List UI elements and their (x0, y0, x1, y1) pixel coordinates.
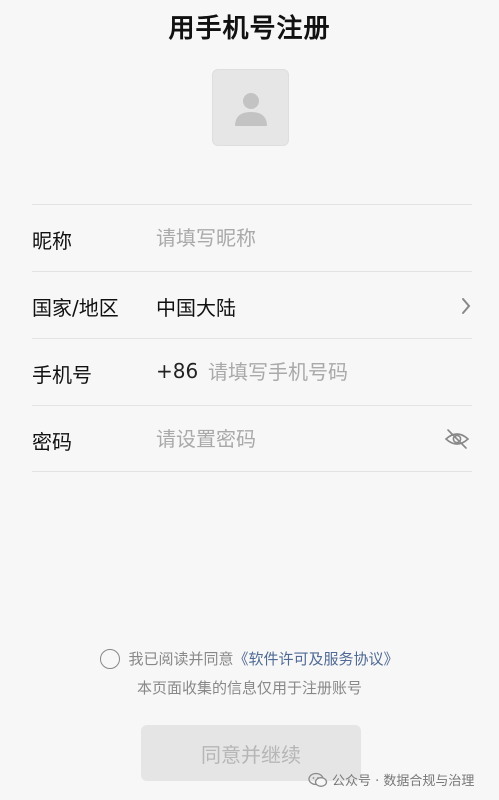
region-label: 国家/地区 (32, 296, 119, 320)
password-input[interactable] (156, 420, 416, 458)
page-title: 用手机号注册 (168, 14, 331, 44)
chevron-right-icon (462, 298, 471, 314)
avatar-upload[interactable] (212, 69, 289, 146)
person-placeholder-icon (235, 93, 267, 126)
agreement-link[interactable]: 《软件许可及服务协议》 (234, 648, 399, 669)
agree-checkbox[interactable] (100, 648, 121, 669)
region-value: 中国大陆 (156, 296, 236, 320)
watermark: 公众号 · 数据合规与治理 (308, 770, 474, 789)
phone-row: 手机号 +86 (32, 338, 472, 405)
agreement-text: 我已阅读并同意 (128, 650, 234, 668)
phone-input[interactable] (208, 353, 468, 391)
wechat-icon (308, 772, 328, 787)
eye-off-icon[interactable] (444, 428, 470, 450)
privacy-note: 本页面收集的信息仅用于注册账号 (136, 679, 362, 697)
nickname-input[interactable] (156, 219, 456, 257)
nickname-label: 昵称 (32, 229, 72, 253)
region-row[interactable]: 国家/地区 中国大陆 (32, 271, 472, 338)
register-page: 用手机号注册 昵称 国家/地区 中国大陆 手机号 +86 密码 (0, 0, 499, 800)
phone-label: 手机号 (32, 363, 92, 387)
password-label: 密码 (32, 430, 72, 454)
password-row: 密码 (32, 405, 472, 472)
register-form: 昵称 国家/地区 中国大陆 手机号 +86 密码 (32, 204, 472, 472)
agreement: 我已阅读并同意 《软件许可及服务协议》 (0, 648, 499, 673)
nickname-row: 昵称 (32, 204, 472, 271)
country-code[interactable]: +86 (156, 359, 198, 383)
watermark-text: 公众号 · 数据合规与治理 (332, 774, 475, 789)
